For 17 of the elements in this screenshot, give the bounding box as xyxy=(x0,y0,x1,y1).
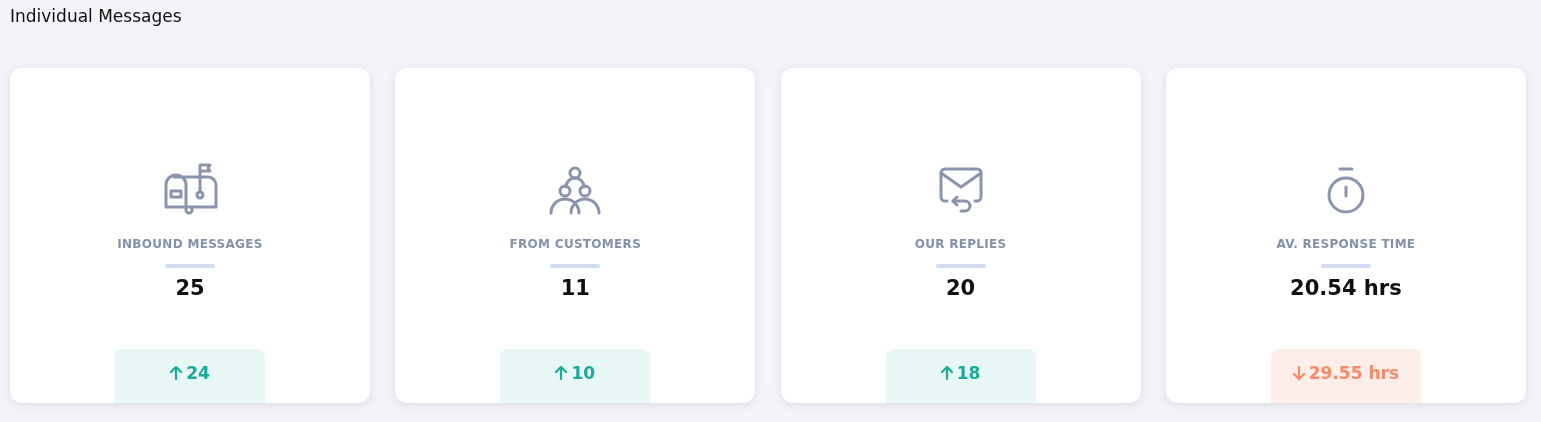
stat-value: 11 xyxy=(560,276,590,300)
divider-bar xyxy=(1320,264,1371,268)
change-value: 29.55 hrs xyxy=(1308,363,1400,385)
section-title: Individual Messages xyxy=(10,5,183,27)
stat-label: FROM CUSTOMERS xyxy=(509,237,642,251)
change-value: 18 xyxy=(956,363,981,385)
stat-value: 25 xyxy=(175,276,205,300)
stat-label: OUR REPLIES xyxy=(914,237,1007,251)
change-value: 10 xyxy=(571,363,596,385)
stat-value: 20.54 hrs xyxy=(1290,276,1402,300)
divider-bar xyxy=(550,264,601,268)
divider-bar xyxy=(935,264,986,268)
stat-label: AV. RESPONSE TIME xyxy=(1276,237,1416,251)
stat-label: INBOUND MESSAGES xyxy=(117,237,263,251)
divider-bar xyxy=(165,264,215,268)
stat-value: 20 xyxy=(945,276,976,300)
change-value: 24 xyxy=(186,363,210,385)
